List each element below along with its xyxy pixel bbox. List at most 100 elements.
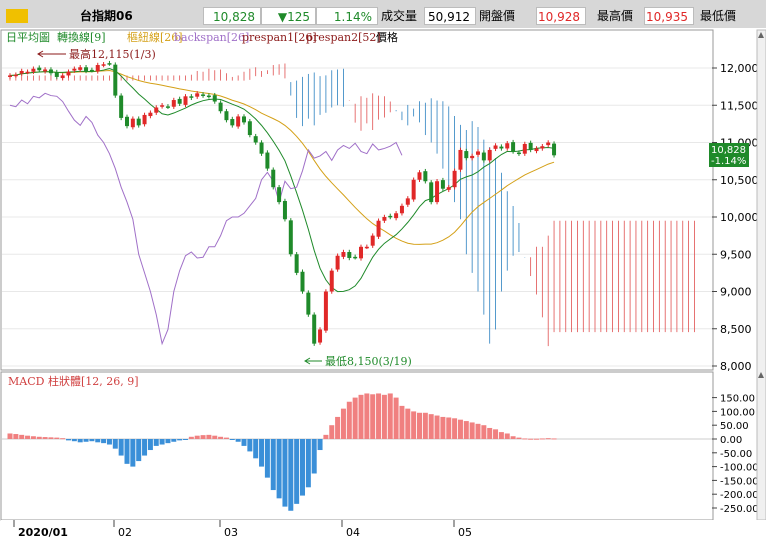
price-tick-label: 8,000: [720, 360, 752, 373]
candle-body: [113, 64, 118, 96]
macd-bar: [370, 394, 376, 439]
candle-body: [66, 71, 71, 76]
macd-tick-label: 100.00: [720, 407, 755, 418]
candle-body: [288, 220, 293, 255]
candle-body: [160, 105, 165, 107]
macd-bar: [434, 415, 440, 439]
macd-bar: [36, 436, 42, 439]
macd-bar: [358, 394, 364, 439]
candle-body: [282, 200, 287, 220]
macd-bar: [294, 439, 300, 504]
candle-body: [353, 256, 358, 259]
macd-bar: [528, 438, 534, 440]
macd-bar: [112, 439, 118, 449]
candle-body: [429, 182, 434, 203]
candle-body: [446, 187, 451, 190]
candle-body: [505, 143, 510, 149]
symbol-marker-icon: [6, 9, 28, 23]
candle-body: [130, 118, 135, 128]
macd-bar: [376, 393, 382, 439]
macd-bar: [411, 411, 417, 439]
candle-body: [452, 170, 457, 188]
macd-bar: [305, 439, 311, 488]
candle-body: [329, 270, 334, 292]
candle-body: [405, 198, 410, 205]
legend-price: 價格: [376, 30, 398, 44]
candle-body: [183, 96, 188, 105]
candle-body: [19, 70, 24, 74]
candle-body: [271, 169, 276, 188]
macd-bar: [346, 401, 352, 439]
candle-body: [148, 112, 153, 117]
candle-body: [43, 69, 48, 72]
candle-body: [534, 148, 539, 152]
open-label: 開盤價: [479, 9, 516, 23]
candle-body: [171, 100, 176, 107]
macd-bar: [282, 439, 288, 507]
candle-body: [165, 106, 170, 108]
legend-backspan: backspan[26]: [174, 31, 249, 44]
macd-bar: [481, 425, 487, 439]
candle-body: [31, 68, 36, 72]
vertical-scrollbar[interactable]: [756, 29, 766, 521]
last-price: 10,828: [203, 7, 261, 25]
macd-tick-label: -200.00: [720, 490, 759, 501]
candle-body: [347, 252, 352, 258]
candle-body: [13, 74, 18, 77]
macd-bar: [264, 439, 270, 478]
date-tick-label: 05: [458, 526, 472, 539]
candle-body: [277, 187, 282, 203]
macd-bar: [147, 439, 153, 451]
candle-body: [294, 254, 299, 273]
candle-body: [370, 235, 375, 246]
macd-bar: [183, 439, 188, 440]
low-annotation: 最低8,150(3/19): [325, 355, 412, 368]
macd-tick-label: 50.00: [720, 421, 749, 432]
macd-bar: [381, 394, 387, 439]
candle-body: [119, 95, 124, 118]
candle-body: [89, 69, 94, 72]
candle-body: [72, 68, 77, 71]
macd-bar: [504, 433, 510, 439]
candle-body: [435, 181, 440, 203]
candle-body: [440, 180, 445, 189]
low-label: 最低價: [700, 9, 737, 23]
date-tick-label: 04: [346, 526, 360, 539]
macd-bar: [393, 397, 399, 439]
macd-bar: [457, 419, 463, 439]
candle-body: [476, 151, 480, 155]
last-price-tag-value: 10,828: [711, 145, 746, 156]
price-tick-label: 9,500: [720, 248, 752, 261]
macd-bar: [300, 439, 305, 496]
candle-body: [470, 155, 475, 159]
macd-bar: [288, 439, 294, 511]
macd-bar: [323, 434, 329, 439]
macd-bar: [469, 422, 475, 439]
candle-body: [247, 121, 252, 136]
candle-body: [540, 146, 545, 149]
candle-body: [499, 146, 504, 149]
macd-bar: [241, 439, 247, 446]
candle-body: [154, 107, 159, 113]
macd-bar: [71, 439, 77, 442]
candle-body: [300, 271, 305, 292]
candle-body: [37, 67, 42, 71]
macd-bar: [364, 393, 370, 439]
macd-tick-label: -250.00: [720, 504, 759, 515]
macd-bar: [335, 416, 341, 439]
last-price-tag-pct: -1.14%: [711, 156, 746, 167]
date-tick-label: 02: [118, 526, 132, 539]
macd-bar: [340, 408, 346, 439]
macd-bar: [498, 432, 504, 439]
candle-body: [224, 111, 229, 121]
candle-body: [487, 149, 492, 161]
candle-body: [335, 255, 340, 270]
candle-body: [481, 152, 486, 161]
price-tick-label: 9,000: [720, 286, 752, 299]
macd-bar: [247, 439, 253, 452]
macd-bar: [446, 417, 452, 439]
macd-bar: [440, 416, 446, 439]
macd-tick-label: -50.00: [720, 449, 752, 460]
candle-body: [95, 65, 100, 72]
macd-bar: [212, 435, 218, 439]
